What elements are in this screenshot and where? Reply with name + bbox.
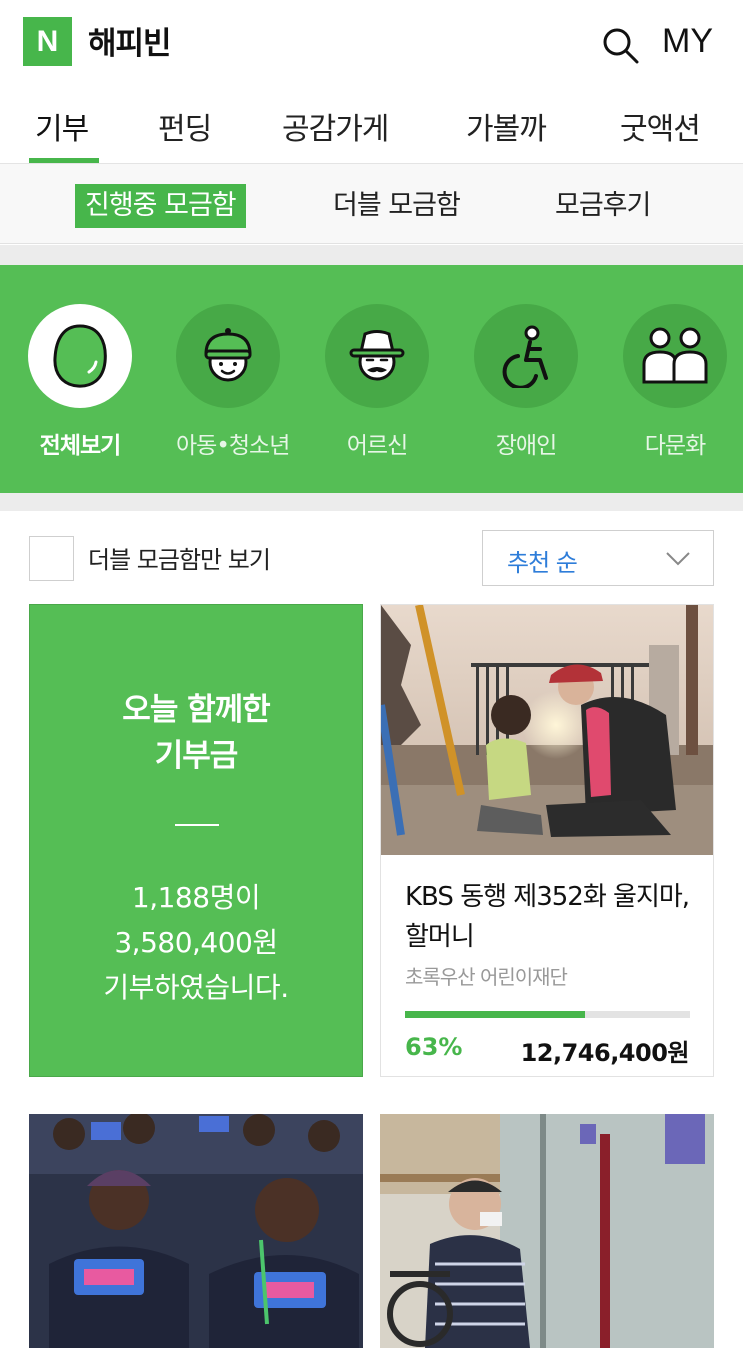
search-icon[interactable] bbox=[600, 25, 640, 65]
project-organization: 초록우산 어린이재단 bbox=[405, 965, 568, 989]
category-selector: 전체보기 아동•청소년 어르신 장애인 다문화 bbox=[0, 265, 743, 493]
child-icon bbox=[204, 328, 252, 382]
double-only-checkbox[interactable] bbox=[29, 536, 74, 581]
summary-heading: 오늘 함께한 기부금 bbox=[30, 687, 362, 779]
summary-stats: 1,188명이 3,580,400원 기부하였습니다. bbox=[30, 875, 362, 1010]
wheelchair-icon bbox=[502, 325, 548, 388]
summary-people-count: 1,188명이 bbox=[131, 881, 261, 914]
subtab-ongoing[interactable]: 진행중 모금함 bbox=[75, 184, 246, 228]
project-card[interactable]: KBS 동행 제352화 울지마, 할머니 초록우산 어린이재단 63% 12,… bbox=[380, 604, 714, 1077]
app-header: N 해피빈 MY bbox=[0, 0, 743, 86]
category-all[interactable]: 전체보기 bbox=[28, 304, 132, 460]
category-disabled[interactable]: 장애인 bbox=[474, 304, 578, 460]
tab-empathy-store[interactable]: 공감가게 bbox=[282, 104, 389, 148]
summary-amount: 3,580,400원 bbox=[114, 926, 278, 959]
category-all-label: 전체보기 bbox=[39, 433, 122, 459]
category-elderly-label: 어르신 bbox=[346, 433, 408, 459]
category-children-label: 아동•청소년 bbox=[176, 433, 290, 459]
today-donation-summary: 오늘 함께한 기부금 1,188명이 3,580,400원 기부하였습니다. bbox=[29, 604, 363, 1077]
subtab-reviews[interactable]: 모금후기 bbox=[555, 184, 651, 228]
category-multicultural-label: 다문화 bbox=[644, 433, 706, 459]
naver-logo[interactable]: N bbox=[23, 17, 72, 66]
project-photo-wheelchair[interactable] bbox=[380, 1114, 714, 1348]
category-multicultural[interactable]: 다문화 bbox=[623, 304, 727, 460]
summary-divider bbox=[175, 824, 219, 826]
elder-icon bbox=[349, 330, 405, 381]
category-multicultural-circle bbox=[623, 304, 727, 408]
summary-closing: 기부하였습니다. bbox=[103, 971, 289, 1004]
summary-heading-line1: 오늘 함께한 bbox=[122, 692, 270, 728]
category-children-circle bbox=[176, 304, 280, 408]
progress-percent: 63% bbox=[405, 1033, 463, 1061]
section-divider bbox=[0, 493, 743, 511]
tab-funding[interactable]: 펀딩 bbox=[158, 104, 212, 148]
project-photo-students[interactable] bbox=[29, 1114, 363, 1348]
category-children[interactable]: 아동•청소년 bbox=[176, 304, 290, 460]
sort-selected-value: 추천 순 bbox=[507, 549, 578, 577]
category-elderly-circle bbox=[325, 304, 429, 408]
category-disabled-label: 장애인 bbox=[495, 433, 557, 459]
sort-dropdown[interactable]: 추천 순 bbox=[482, 530, 714, 586]
category-all-circle bbox=[28, 304, 132, 408]
bean-icon bbox=[53, 324, 107, 388]
tab-good-action[interactable]: 굿액션 bbox=[620, 104, 701, 148]
category-elderly[interactable]: 어르신 bbox=[325, 304, 429, 460]
main-tab-bar: 기부 펀딩 공감가게 가볼까 굿액션 bbox=[0, 90, 743, 164]
section-divider bbox=[0, 245, 743, 265]
sub-tab-bar: 진행중 모금함 더블 모금함 모금후기 bbox=[0, 164, 743, 244]
raised-amount: 12,746,400원 bbox=[520, 1039, 690, 1067]
donation-progress-bar bbox=[405, 1011, 690, 1018]
chevron-down-icon bbox=[666, 552, 690, 566]
my-page-link[interactable]: MY bbox=[662, 22, 713, 61]
category-disabled-circle bbox=[474, 304, 578, 408]
people-icon bbox=[642, 327, 708, 384]
summary-heading-line2: 기부금 bbox=[154, 738, 239, 774]
active-tab-indicator bbox=[29, 158, 99, 163]
app-title[interactable]: 해피빈 bbox=[88, 18, 172, 63]
double-only-label[interactable]: 더블 모금함만 보기 bbox=[88, 540, 271, 575]
logo-letter: N bbox=[36, 24, 59, 58]
project-title[interactable]: KBS 동행 제352화 울지마, 할머니 bbox=[405, 877, 695, 957]
project-photo[interactable] bbox=[381, 605, 713, 855]
subtab-double[interactable]: 더블 모금함 bbox=[333, 184, 461, 228]
tab-donate[interactable]: 기부 bbox=[35, 104, 89, 148]
donation-progress-fill bbox=[405, 1011, 585, 1018]
tab-shall-we-go[interactable]: 가볼까 bbox=[466, 104, 547, 148]
